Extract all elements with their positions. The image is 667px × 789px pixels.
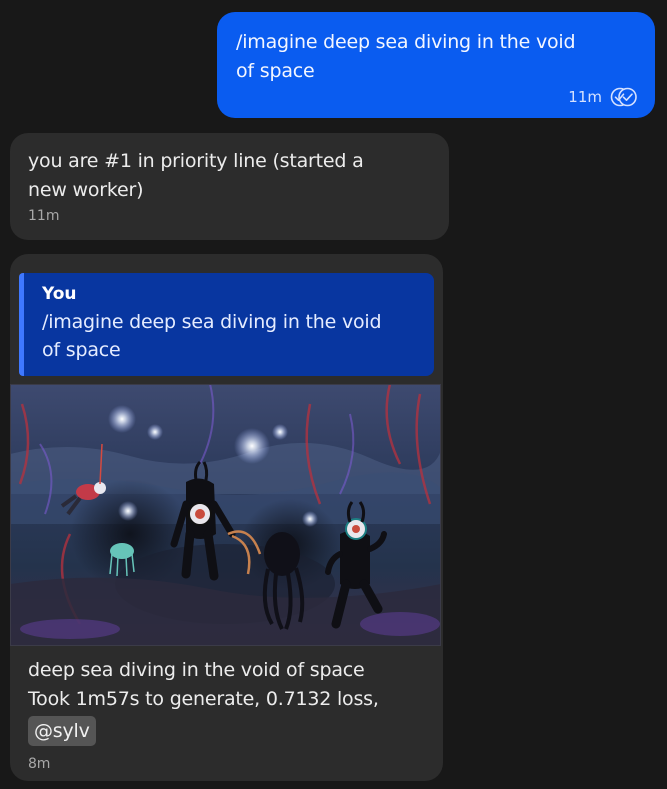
reply-quote[interactable]: You /imagine deep sea diving in the void… [19, 273, 434, 376]
caption-line-1: deep sea diving in the void of space [28, 659, 365, 681]
reply-text: /imagine deep sea diving in the void of … [42, 311, 382, 361]
outgoing-message-text: /imagine deep sea diving in the void of … [236, 31, 576, 82]
caption-line-2: Took 1m57s to generate, 0.7132 loss, [28, 688, 379, 710]
status-message-time: 11m [28, 208, 60, 224]
outgoing-message-time: 11m [568, 88, 602, 106]
chat-view: /imagine deep sea diving in the void of … [0, 0, 667, 789]
status-message-text: you are #1 in priority line (started a n… [28, 150, 364, 201]
reply-author: You [42, 284, 77, 304]
incoming-status-message-bubble[interactable]: you are #1 in priority line (started a n… [10, 133, 449, 240]
result-caption: deep sea diving in the void of space Too… [28, 656, 379, 779]
outgoing-message-bubble[interactable]: /imagine deep sea diving in the void of … [217, 12, 655, 118]
incoming-result-message-bubble[interactable]: You /imagine deep sea diving in the void… [10, 254, 443, 781]
double-check-icon [610, 87, 638, 107]
user-mention[interactable]: @sylv [28, 716, 96, 746]
result-message-time: 8m [28, 756, 51, 772]
outgoing-message-meta: 11m [568, 87, 638, 107]
generated-image[interactable] [10, 384, 441, 646]
